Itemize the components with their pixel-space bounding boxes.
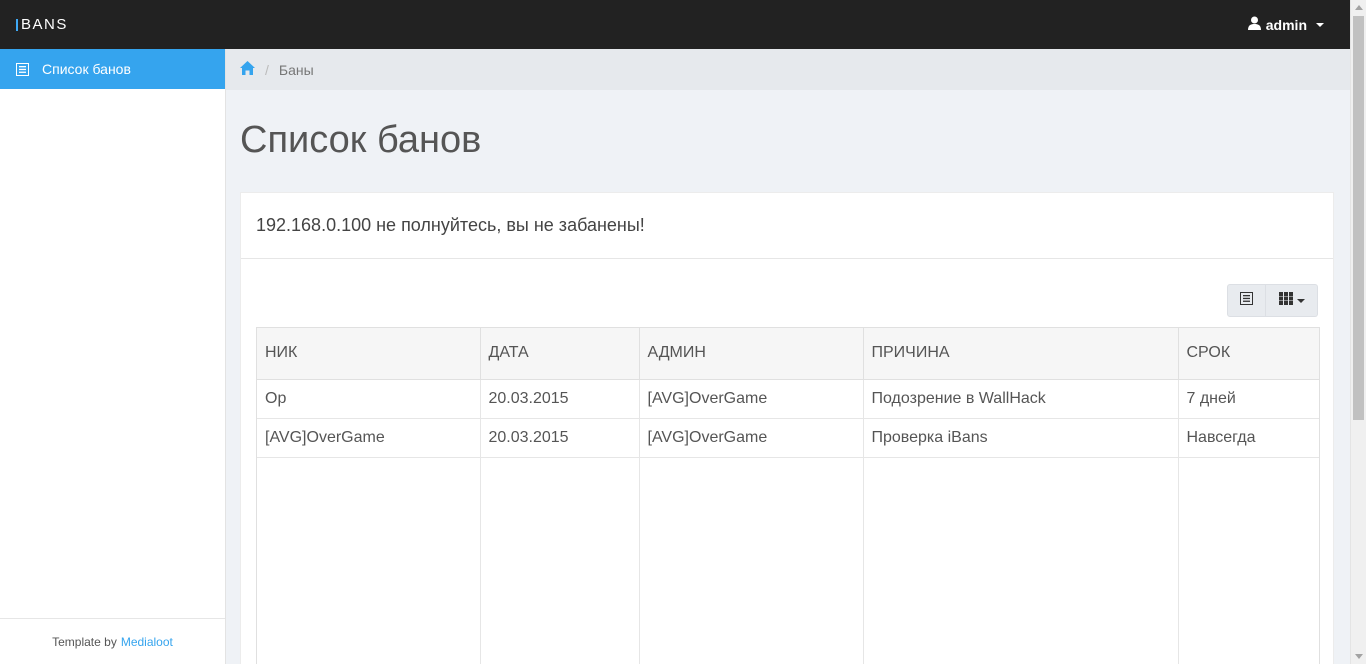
bans-table: НИК ДАТА АДМИН ПРИЧИНА СРОК Op 20.03.201… (257, 328, 1319, 664)
sidebar: Список банов Template by Medialoot (0, 49, 226, 664)
column-header-nick[interactable]: НИК (257, 328, 481, 380)
medialoot-link[interactable]: Medialoot (121, 635, 173, 649)
cell-nick: Op (257, 379, 481, 419)
home-icon[interactable] (240, 61, 255, 78)
cell-admin: [AVG]OverGame (639, 379, 864, 419)
breadcrumb-current: Баны (278, 61, 314, 78)
breadcrumb-separator: / (265, 61, 269, 78)
column-header-date[interactable]: ДАТА (480, 328, 640, 380)
columns-grid-icon (1278, 291, 1293, 310)
page-title: Список банов (240, 119, 482, 161)
table-row[interactable]: [AVG]OverGame 20.03.2015 [AVG]OverGame П… (257, 418, 1319, 458)
cell-date: 20.03.2015 (480, 418, 640, 458)
panel-message: 192.168.0.100 не полнуйтесь, вы не забан… (241, 193, 1333, 259)
caret-down-icon (1296, 298, 1305, 303)
cell-date: 20.03.2015 (480, 379, 640, 419)
list-view-icon (1240, 291, 1253, 310)
username: admin (1265, 16, 1307, 33)
column-header-admin[interactable]: АДМИН (639, 328, 864, 380)
top-navbar: BANS admin (0, 0, 1350, 49)
brand-text: BANS (21, 16, 68, 33)
user-icon (1247, 16, 1261, 33)
table-empty-space (257, 457, 1319, 664)
cell-reason: Проверка iBans (863, 418, 1179, 458)
caret-down-icon (1316, 22, 1324, 27)
columns-dropdown-button[interactable] (1266, 284, 1318, 317)
table-header-row: НИК ДАТА АДМИН ПРИЧИНА СРОК (257, 328, 1319, 380)
scroll-up-icon[interactable] (1355, 5, 1363, 10)
breadcrumb: / Баны (226, 49, 1350, 90)
bans-panel: 192.168.0.100 не полнуйтесь, вы не забан… (240, 192, 1334, 664)
sidebar-item-label: Список банов (42, 61, 131, 77)
brand-mark (16, 18, 18, 31)
table-toolbar (1227, 284, 1318, 317)
list-icon (16, 62, 29, 76)
brand-logo[interactable]: BANS (16, 16, 68, 33)
cell-admin: [AVG]OverGame (639, 418, 864, 458)
cell-nick: [AVG]OverGame (257, 418, 481, 458)
sidebar-footer: Template by Medialoot (0, 618, 225, 664)
cell-term: Навсегда (1178, 418, 1319, 458)
main-content: / Баны Список банов 192.168.0.100 не пол… (226, 49, 1350, 664)
page-scrollbar[interactable] (1350, 0, 1366, 664)
cell-term: 7 дней (1178, 379, 1319, 419)
column-header-term[interactable]: СРОК (1178, 328, 1319, 380)
scroll-down-icon[interactable] (1355, 654, 1363, 659)
table-row[interactable]: Op 20.03.2015 [AVG]OverGame Подозрение в… (257, 379, 1319, 419)
scrollbar-thumb[interactable] (1353, 16, 1364, 420)
footer-text: Template by (52, 634, 117, 649)
toggle-view-button[interactable] (1227, 284, 1266, 317)
column-header-reason[interactable]: ПРИЧИНА (863, 328, 1179, 380)
sidebar-item-ban-list[interactable]: Список банов (0, 49, 225, 89)
user-menu-toggle[interactable]: admin (1247, 16, 1324, 33)
bans-table-container: НИК ДАТА АДМИН ПРИЧИНА СРОК Op 20.03.201… (256, 327, 1320, 664)
cell-reason: Подозрение в WallHack (863, 379, 1179, 419)
